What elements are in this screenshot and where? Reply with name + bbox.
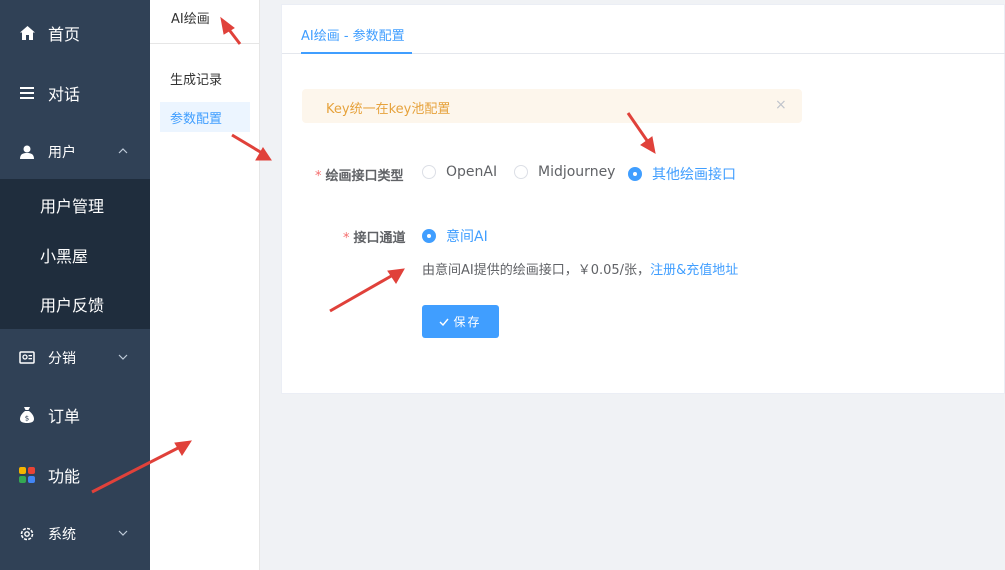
chevron-up-icon [118,148,128,154]
chevron-down-icon [118,530,128,536]
radio-circle [422,165,436,179]
sidebar-item-features[interactable]: 功能 [0,464,150,486]
submenu-item-blacklist[interactable]: 小黑屋 [40,243,88,267]
api-channel-label: * 接口通道 [343,231,406,246]
save-button[interactable]: 保存 [422,305,499,338]
chevron-down-icon [118,354,128,360]
secondary-menu-title: AI绘画 [171,12,210,27]
distribution-icon [18,349,36,367]
radio-circle [514,165,528,179]
menu-item-parameter-config[interactable]: 参数配置 [160,102,250,132]
radio-label: 意间AI [446,229,488,245]
radio-circle [422,229,436,243]
required-asterisk: * [343,231,350,246]
api-description: 由意间AI提供的绘画接口，￥0.05/张，注册&充值地址 [422,263,739,278]
warning-alert: Key统一在key池配置 × [302,89,802,123]
check-icon [439,318,450,326]
menu-item-generation-records[interactable]: 生成记录 [160,63,250,93]
sidebar-item-orders[interactable]: $ 订单 [0,404,150,426]
secondary-menu-header: AI绘画 [150,0,260,44]
list-icon [18,84,36,102]
sidebar-item-label: 订单 [48,407,81,426]
money-bag-icon: $ [18,406,36,424]
submenu-item-feedback[interactable]: 用户反馈 [40,292,104,316]
required-asterisk: * [315,169,322,184]
user-icon [18,143,36,161]
close-icon[interactable]: × [775,97,787,113]
sidebar-item-users[interactable]: 用户 [0,141,150,163]
tab-parameter-config[interactable]: AI绘画 - 参数配置 [301,25,405,44]
sidebar-item-label: 分销 [48,351,76,367]
tab-bar: AI绘画 - 参数配置 [282,5,1005,54]
sidebar-item-home[interactable]: 首页 [0,22,150,44]
save-button-label: 保存 [453,315,482,329]
sidebar: 首页 对话 用户 用户管理 小黑屋 用户反馈 分销 $ 订单 功能 系统 [0,0,150,570]
radio-label: Midjourney [538,164,616,180]
sidebar-item-label: 系统 [48,527,76,543]
radio-openai[interactable]: OpenAI [422,164,497,180]
radio-label: 其他绘画接口 [652,167,736,183]
sidebar-item-label: 首页 [48,25,81,44]
submenu-item-user-management[interactable]: 用户管理 [40,193,104,217]
draw-api-type-label: * 绘画接口类型 [315,169,404,184]
radio-midjourney[interactable]: Midjourney [514,164,615,180]
user-submenu: 用户管理 小黑屋 用户反馈 [0,179,150,329]
gear-icon [18,525,36,543]
secondary-menu: AI绘画 生成记录 参数配置 [150,0,260,570]
sidebar-item-label: 对话 [48,85,81,104]
radio-yijian-ai[interactable]: 意间AI [422,226,488,246]
sidebar-item-system[interactable]: 系统 [0,523,150,545]
radio-circle [628,167,642,181]
config-card: AI绘画 - 参数配置 Key统一在key池配置 × * 绘画接口类型 OpenA… [281,4,1005,394]
svg-text:$: $ [25,415,29,423]
grid-icon [18,466,36,484]
sidebar-item-label: 用户 [48,145,76,161]
register-recharge-link[interactable]: 注册&充值地址 [650,263,738,278]
sidebar-item-distribution[interactable]: 分销 [0,347,150,369]
sidebar-item-chat[interactable]: 对话 [0,82,150,104]
alert-text: Key统一在key池配置 [326,102,451,117]
radio-other-api[interactable]: 其他绘画接口 [628,164,736,184]
home-icon [18,24,36,42]
sidebar-item-label: 功能 [48,467,81,486]
radio-label: OpenAI [446,164,498,180]
active-tab-indicator [301,52,412,54]
